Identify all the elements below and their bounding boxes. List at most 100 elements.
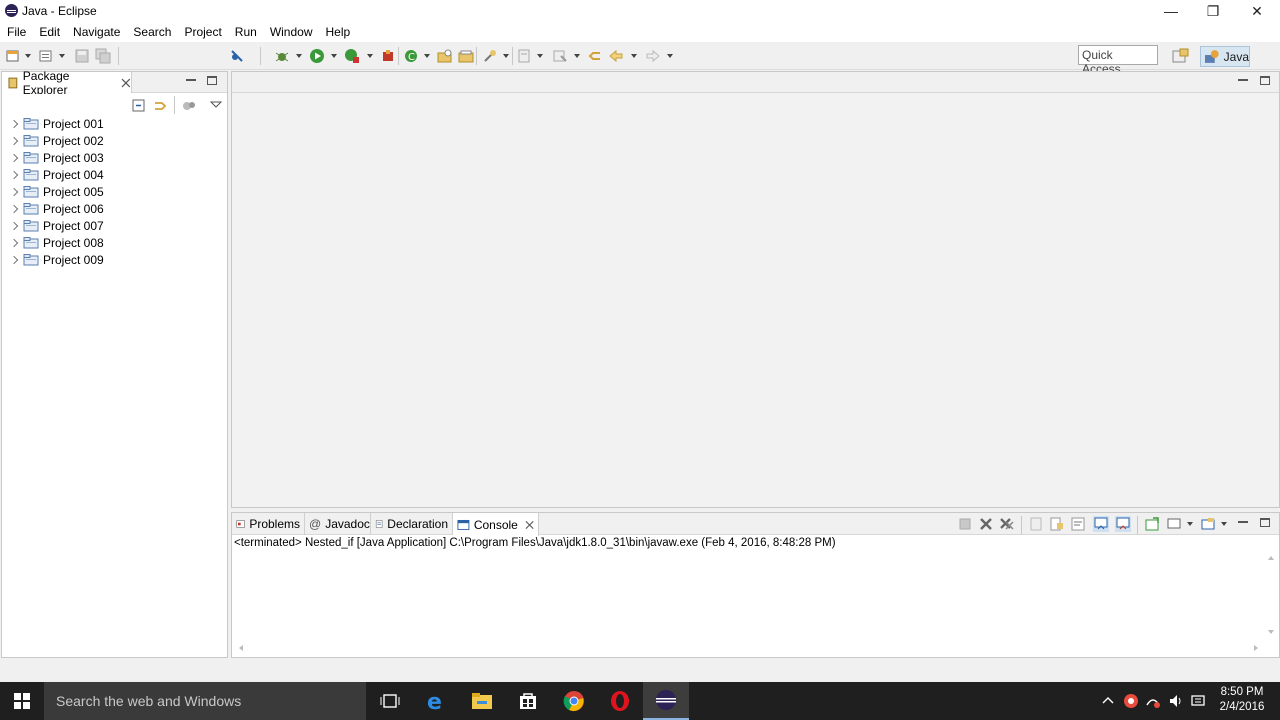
edge-button[interactable]: e (414, 682, 460, 720)
start-button[interactable] (0, 682, 44, 720)
chevron-right-icon[interactable] (9, 119, 19, 128)
display-console-icon[interactable] (1166, 516, 1182, 532)
taskbar-search-box[interactable]: Search the web and Windows (44, 682, 366, 720)
close-tab-icon[interactable] (121, 78, 131, 88)
tab-javadoc[interactable]: @ Javadoc (305, 513, 371, 535)
tab-problems[interactable]: Problems (232, 513, 305, 535)
chevron-right-icon[interactable] (9, 136, 19, 145)
view-menu-icon[interactable] (208, 97, 224, 113)
open-console-icon[interactable] (1200, 516, 1216, 532)
volume-icon[interactable] (1168, 693, 1184, 709)
menu-project[interactable]: Project (184, 25, 221, 39)
menu-window[interactable]: Window (270, 25, 313, 39)
minimize-view-icon[interactable] (186, 79, 196, 81)
terminate-icon[interactable] (957, 516, 973, 532)
svg-text:e: e (427, 690, 442, 712)
forward-icon[interactable] (645, 48, 661, 64)
eclipse-taskbar-button[interactable] (643, 682, 689, 720)
project-folder-icon (23, 151, 39, 163)
chevron-right-icon[interactable] (9, 238, 19, 247)
close-console-tab-icon[interactable] (525, 520, 534, 530)
console-horizontal-scrollbar[interactable] (234, 641, 1264, 655)
menu-help[interactable]: Help (326, 25, 351, 39)
new-icon[interactable] (38, 48, 54, 64)
tree-item-project[interactable]: Project 002 (2, 132, 227, 149)
skip-breakpoints-icon[interactable] (229, 48, 245, 64)
minimize-editor-icon[interactable] (1238, 79, 1248, 81)
new-wizard-icon[interactable] (5, 48, 21, 64)
tree-item-project[interactable]: Project 009 (2, 251, 227, 268)
chevron-right-icon[interactable] (9, 187, 19, 196)
new-java-project-icon[interactable]: C (403, 48, 419, 64)
menu-run[interactable]: Run (235, 25, 257, 39)
chevron-right-icon[interactable] (9, 255, 19, 264)
chevron-right-icon[interactable] (9, 153, 19, 162)
new-package-icon[interactable] (437, 48, 453, 64)
focus-on-task-icon[interactable] (181, 98, 197, 114)
minimize-button[interactable]: — (1148, 0, 1194, 22)
tree-item-project[interactable]: Project 008 (2, 234, 227, 251)
minimize-console-icon[interactable] (1238, 521, 1248, 523)
open-type-icon[interactable] (482, 48, 498, 64)
chevron-right-icon[interactable] (9, 221, 19, 230)
save-icon[interactable] (74, 48, 90, 64)
tray-app-icon[interactable] (1123, 693, 1139, 709)
collapse-all-icon[interactable] (131, 98, 147, 114)
open-perspective-icon[interactable] (1172, 48, 1189, 64)
debug-icon[interactable] (274, 48, 290, 64)
run-coverage-icon[interactable] (344, 48, 360, 64)
svg-text:C: C (408, 52, 415, 63)
search-icon[interactable] (552, 48, 568, 64)
new-class-icon[interactable] (458, 48, 474, 64)
pin-console-icon[interactable] (1144, 516, 1160, 532)
network-icon[interactable] (1145, 693, 1161, 709)
show-on-stderr-icon[interactable] (1115, 516, 1131, 532)
tree-item-project[interactable]: Project 006 (2, 200, 227, 217)
tree-item-project[interactable]: Project 007 (2, 217, 227, 234)
back-icon[interactable] (608, 48, 624, 64)
external-tools-icon[interactable] (380, 48, 396, 64)
tree-item-project[interactable]: Project 003 (2, 149, 227, 166)
run-icon[interactable] (309, 48, 325, 64)
java-perspective-button[interactable]: Java (1200, 46, 1250, 67)
taskbar-clock[interactable]: 8:50 PM 2/4/2016 (1212, 685, 1272, 715)
chrome-button[interactable] (551, 682, 597, 720)
menu-file[interactable]: File (7, 25, 26, 39)
scroll-lock-icon[interactable] (1049, 516, 1065, 532)
quick-access-input[interactable]: Quick Access (1078, 45, 1158, 76)
tree-item-project[interactable]: Project 004 (2, 166, 227, 183)
maximize-view-icon[interactable] (207, 76, 217, 85)
package-explorer-tab[interactable]: Package Explorer (2, 69, 132, 97)
maximize-console-icon[interactable] (1260, 518, 1270, 527)
tab-console[interactable]: Console (453, 513, 539, 536)
chevron-right-icon[interactable] (9, 170, 19, 179)
tab-declaration[interactable]: Declaration (371, 513, 453, 535)
last-edit-icon[interactable] (587, 48, 603, 64)
chevron-right-icon[interactable] (9, 204, 19, 213)
remove-launch-icon[interactable] (978, 516, 994, 532)
menu-navigate[interactable]: Navigate (73, 25, 120, 39)
link-with-editor-icon[interactable] (152, 98, 168, 114)
menu-edit[interactable]: Edit (39, 25, 60, 39)
remove-all-terminated-icon[interactable] (999, 516, 1015, 532)
notifications-icon[interactable] (1190, 693, 1206, 709)
maximize-editor-icon[interactable] (1260, 76, 1270, 85)
clear-console-icon[interactable] (1028, 516, 1044, 532)
word-wrap-icon[interactable] (1070, 516, 1086, 532)
tray-chevron-icon[interactable] (1100, 693, 1116, 709)
title-bar: Java - Eclipse — ❐ ✕ (0, 0, 1280, 22)
tree-item-project[interactable]: Project 005 (2, 183, 227, 200)
console-vertical-scrollbar[interactable] (1263, 553, 1279, 637)
show-on-stdout-icon[interactable] (1093, 516, 1109, 532)
store-button[interactable] (505, 682, 551, 720)
task-view-button[interactable] (367, 682, 413, 720)
file-explorer-button[interactable] (459, 682, 505, 720)
tree-item-project[interactable]: Project 001 (2, 115, 227, 132)
menu-search[interactable]: Search (133, 25, 171, 39)
restore-button[interactable]: ❐ (1190, 0, 1236, 22)
close-button[interactable]: ✕ (1234, 0, 1280, 22)
console-view: Problems @ Javadoc Declaration Console <… (231, 512, 1280, 658)
opera-button[interactable] (597, 682, 643, 720)
open-task-icon[interactable] (516, 48, 532, 64)
save-all-icon[interactable] (95, 48, 111, 64)
